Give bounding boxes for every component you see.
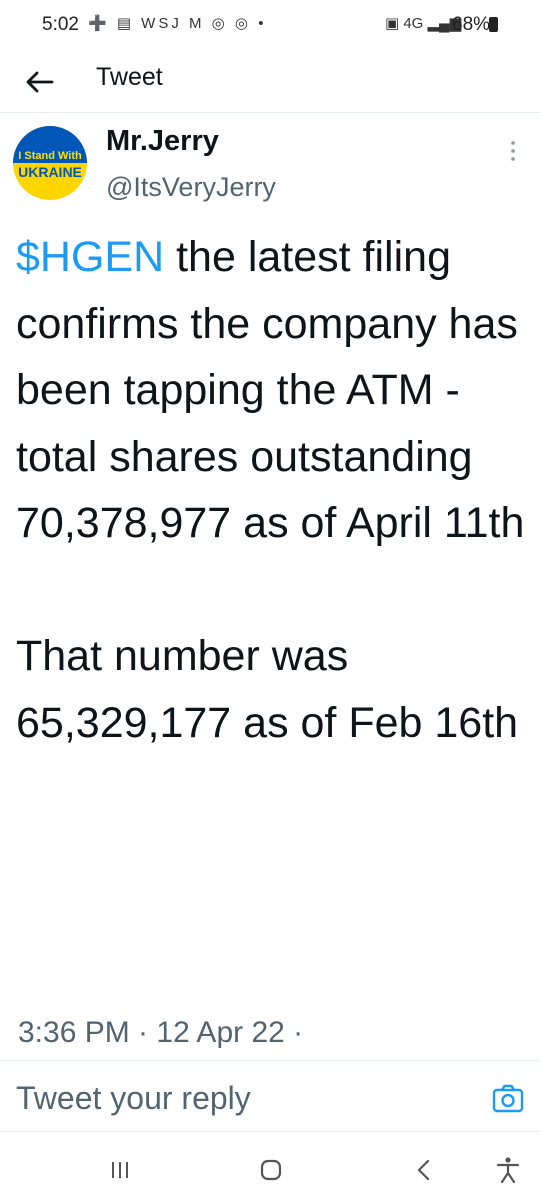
avatar-line1: I Stand With	[18, 150, 82, 162]
avatar-line2: UKRAINE	[18, 164, 82, 180]
app-header: Tweet	[0, 50, 540, 113]
tweet-timestamp: 3:36 PM · 12 Apr 22 ·	[18, 1016, 304, 1049]
user-handle[interactable]: @ItsVeryJerry	[106, 172, 276, 203]
divider	[0, 1060, 540, 1061]
network-icons: ▣ 4G ▂▄▆	[385, 15, 462, 32]
back-icon[interactable]	[404, 1152, 444, 1188]
back-arrow-icon[interactable]	[20, 62, 60, 102]
divider	[0, 1131, 540, 1132]
avatar[interactable]: I Stand With UKRAINE	[13, 126, 87, 200]
battery-icon	[489, 17, 498, 32]
recent-apps-icon[interactable]	[100, 1152, 140, 1188]
camera-icon[interactable]	[491, 1082, 525, 1116]
display-name[interactable]: Mr.Jerry	[106, 125, 219, 158]
notification-icons: ➕ ▤ WSJ M ◎ ◎ •	[88, 15, 267, 32]
status-bar: 5:02 ➕ ▤ WSJ M ◎ ◎ • ▣ 4G ▂▄▆ 68%	[0, 0, 540, 50]
cashtag-link[interactable]: $HGEN	[16, 233, 164, 281]
home-icon[interactable]	[251, 1152, 291, 1188]
accessibility-icon[interactable]	[488, 1152, 528, 1188]
system-nav-bar	[0, 1140, 540, 1200]
reply-input[interactable]: Tweet your reply	[16, 1080, 251, 1117]
page-title: Tweet	[96, 63, 163, 91]
status-time: 5:02	[42, 14, 79, 35]
battery-percent: 68%	[452, 14, 491, 35]
more-vertical-icon[interactable]	[504, 136, 522, 166]
tweet-text: $HGEN the latest filing confirms the com…	[16, 224, 531, 756]
tweet-body: the latest filing confirms the company h…	[16, 233, 525, 747]
